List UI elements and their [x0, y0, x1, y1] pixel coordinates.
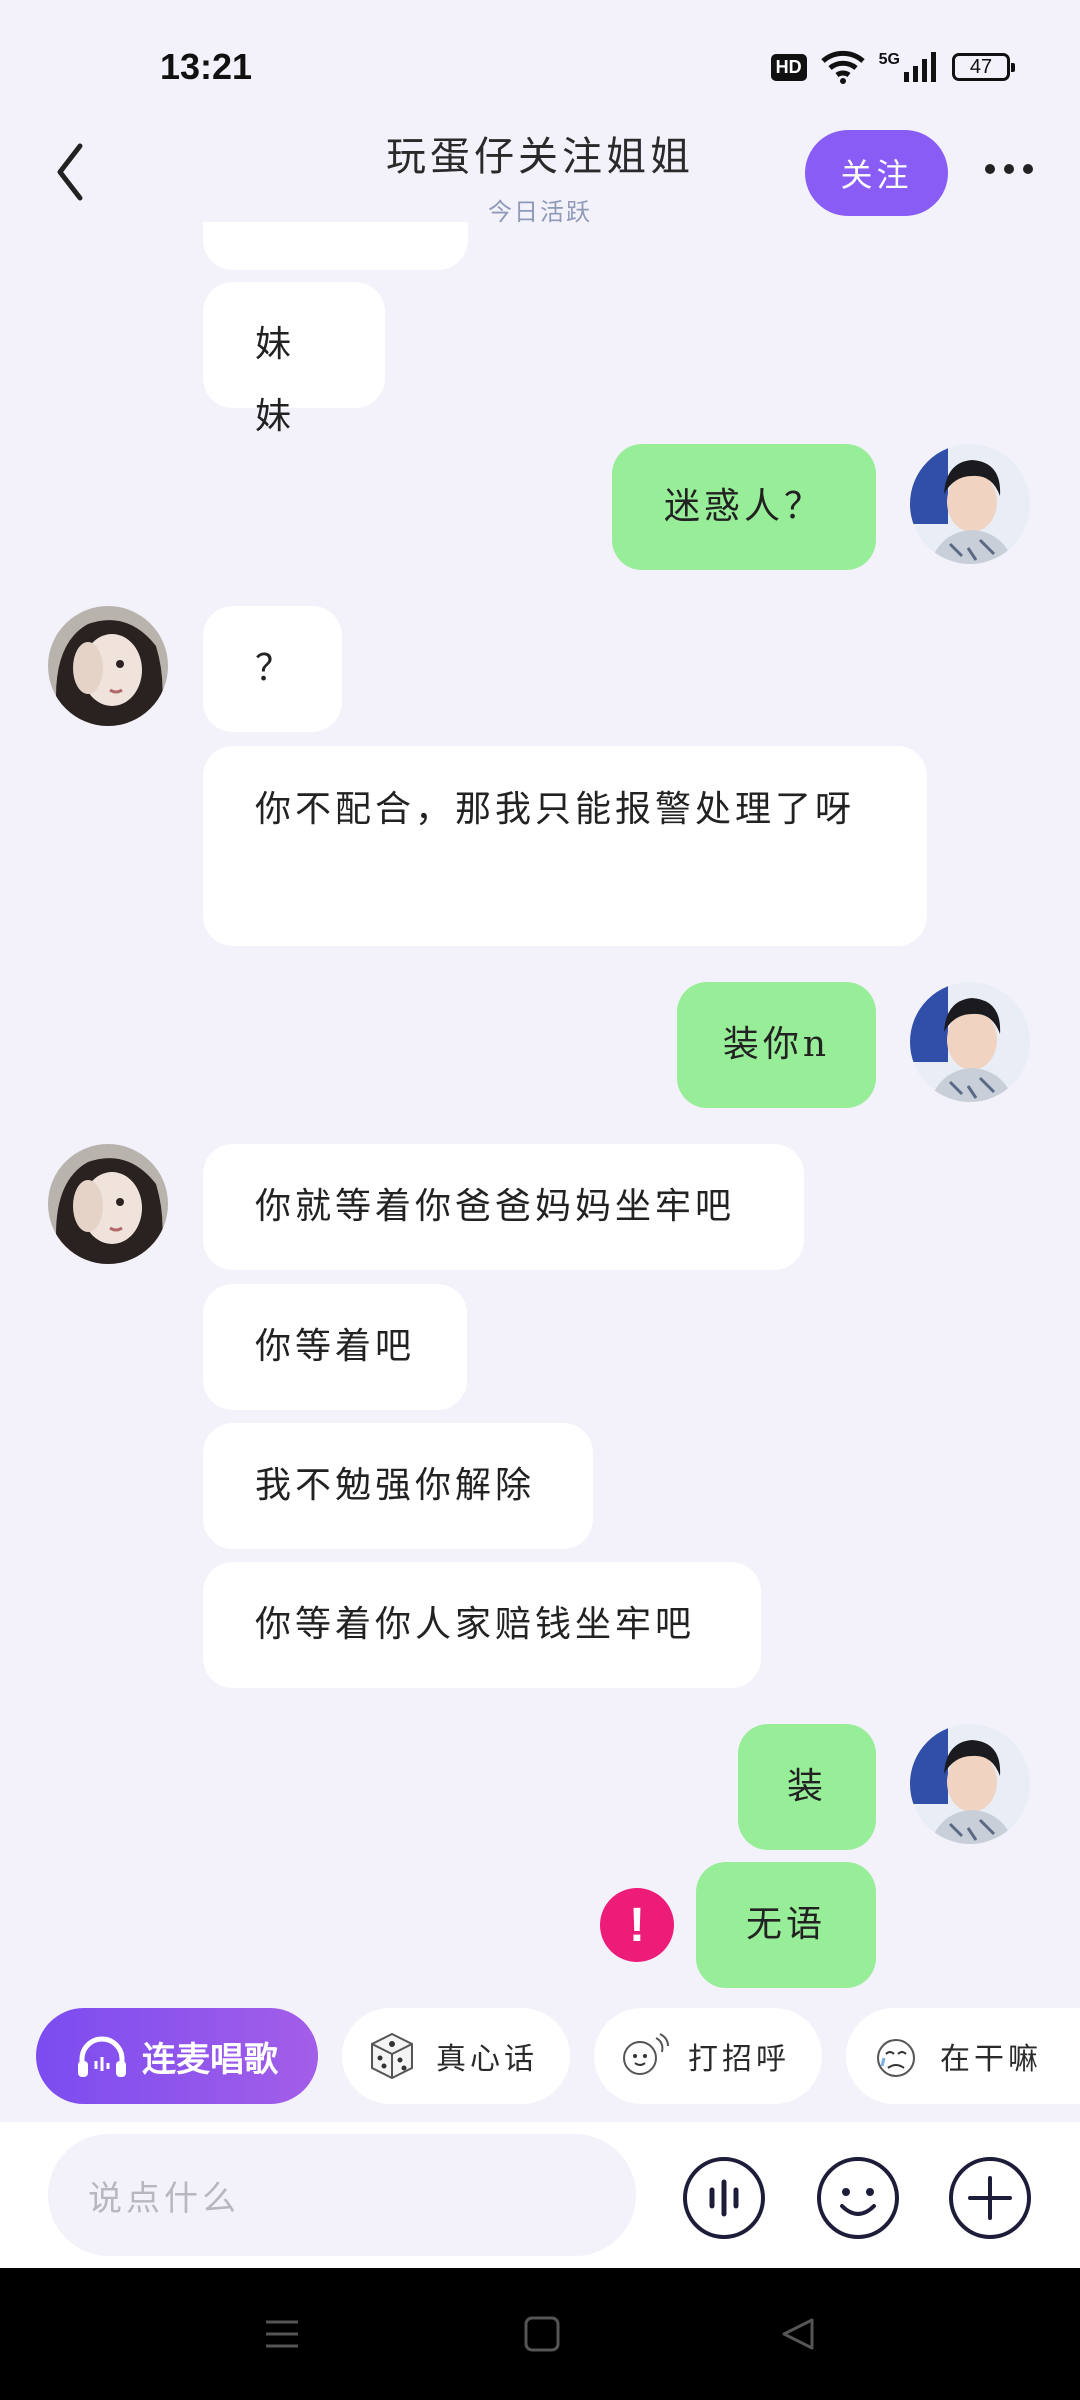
hd-badge: HD: [770, 53, 807, 81]
message-text: 妹妹: [255, 324, 296, 437]
status-icons: HD 5G 47: [770, 50, 1015, 84]
message-bubble[interactable]: 你就等着你爸爸妈妈坐牢吧: [203, 1144, 804, 1270]
wifi-icon: [820, 50, 865, 84]
message-bubble-outgoing[interactable]: 装: [738, 1724, 876, 1850]
message-text: 你等着你人家赔钱坐牢吧: [255, 1604, 696, 1645]
signal-icon: [904, 52, 936, 82]
message-text: 装: [786, 1766, 827, 1807]
my-avatar[interactable]: [910, 982, 1030, 1102]
message-bubble[interactable]: 你不配合，那我只能报警处理了呀: [203, 746, 927, 946]
message-bubble[interactable]: 我不勉强你解除: [203, 1423, 593, 1549]
quick-chip-label: 在干嘛: [940, 2042, 1042, 2077]
plus-icon[interactable]: [948, 2156, 1032, 2240]
system-navigation-bar: [0, 2268, 1080, 2400]
emoji-icon[interactable]: [816, 2156, 900, 2240]
my-avatar[interactable]: [910, 1724, 1030, 1844]
follow-button[interactable]: 关注: [805, 130, 948, 216]
contact-avatar[interactable]: [48, 1144, 168, 1264]
message-text: ？: [255, 648, 296, 689]
contact-avatar[interactable]: [48, 606, 168, 726]
message-input-placeholder: 说点什么: [88, 2178, 240, 2219]
message-bubble-partial: [203, 222, 468, 270]
more-icon[interactable]: [985, 164, 1033, 174]
quick-chip-label: 打招呼: [688, 2042, 790, 2077]
wave-icon: [623, 2033, 669, 2075]
headphones-icon: [78, 2036, 126, 2077]
battery-icon: 47: [952, 53, 1015, 81]
my-avatar[interactable]: [910, 444, 1030, 564]
message-bubble[interactable]: ？: [203, 606, 342, 732]
message-text: 装你n: [722, 1024, 831, 1065]
dice-icon: [371, 2032, 413, 2080]
message-bubble-outgoing[interactable]: 迷惑人？: [612, 444, 876, 570]
message-bubble[interactable]: 你等着你人家赔钱坐牢吧: [203, 1562, 761, 1688]
message-text: 你就等着你爸爸妈妈坐牢吧: [255, 1186, 736, 1227]
sing-together-label: 连麦唱歌: [142, 2039, 278, 2080]
voice-icon[interactable]: [682, 2156, 766, 2240]
message-bubble[interactable]: 妹妹: [203, 282, 385, 437]
quick-chip-greet[interactable]: 打招呼: [594, 2008, 822, 2104]
message-input[interactable]: 说点什么: [48, 2134, 636, 2256]
status-time: 13:21: [160, 46, 253, 87]
send-failed-icon[interactable]: !: [600, 1888, 674, 1962]
menu-icon[interactable]: [262, 2314, 302, 2354]
message-text: 无语: [745, 1904, 826, 1945]
cry-icon: [877, 2039, 915, 2077]
message-bubble[interactable]: 你等着吧: [203, 1284, 467, 1410]
home-icon[interactable]: [522, 2314, 562, 2354]
message-text: 迷惑人？: [663, 486, 824, 527]
quick-chip-what-doing[interactable]: 在干嘛: [846, 2008, 1080, 2104]
sing-together-button[interactable]: 连麦唱歌: [36, 2008, 318, 2104]
message-text: 你不配合，那我只能报警处理了呀: [255, 789, 856, 830]
message-text: 你等着吧: [255, 1326, 416, 1367]
message-text: 我不勉强你解除: [255, 1465, 536, 1506]
battery-level: 47: [969, 55, 993, 78]
quick-chip-truth[interactable]: 真心话: [342, 2008, 570, 2104]
message-bubble-outgoing[interactable]: 无语: [696, 1862, 876, 1988]
network-type: 5G: [878, 51, 900, 68]
message-bubble-outgoing[interactable]: 装你n: [677, 982, 876, 1108]
back-triangle-icon[interactable]: [778, 2314, 818, 2354]
quick-chip-label: 真心话: [436, 2042, 538, 2077]
